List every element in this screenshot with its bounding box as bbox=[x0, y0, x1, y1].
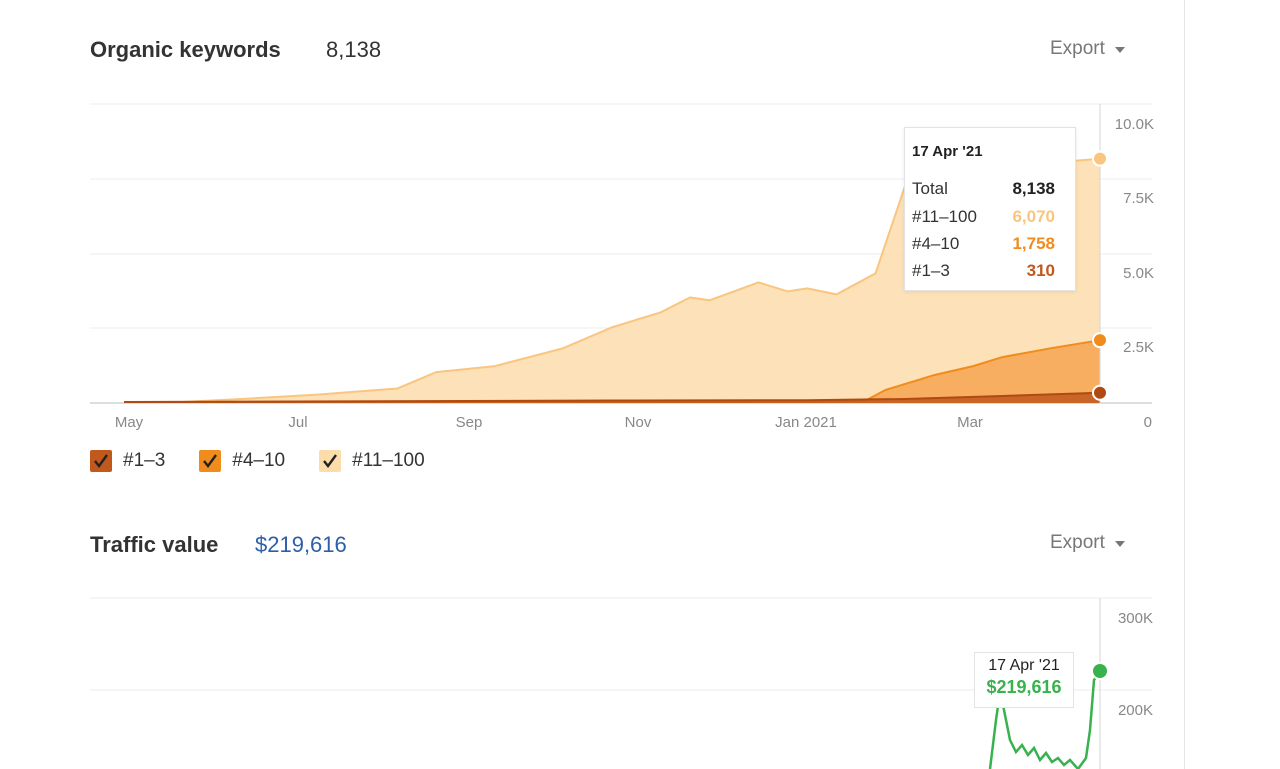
y-tick-label: 300K bbox=[1118, 610, 1153, 627]
legend-label: #1–3 bbox=[123, 450, 166, 471]
traffic-value-title: Traffic value bbox=[90, 532, 219, 557]
x-axis-ticks: May Jul Sep Nov Jan 2021 Mar bbox=[115, 414, 983, 431]
hover-dot bbox=[1091, 662, 1109, 680]
x-tick-label: Nov bbox=[625, 414, 652, 431]
checkbox-checked-icon[interactable] bbox=[199, 450, 222, 472]
organic-keywords-chart[interactable]: 02.5K5.0K7.5K10.0K May Jul Sep Nov Jan 2021 M… bbox=[0, 0, 1280, 440]
hover-dot bbox=[1092, 384, 1108, 401]
tooltip-row: Total 8,138 bbox=[912, 179, 1055, 199]
legend-label: #11–100 bbox=[352, 450, 425, 471]
tooltip-date: 17 Apr '21 bbox=[988, 657, 1060, 674]
y-tick-label: 200K bbox=[1118, 702, 1153, 719]
tooltip-row: #11–100 6,070 bbox=[912, 207, 1055, 227]
tooltip-row-label: #1–3 bbox=[912, 261, 950, 280]
tooltip-row-label: #4–10 bbox=[912, 234, 960, 253]
chevron-down-icon bbox=[1114, 541, 1125, 547]
tooltip-row-label: Total bbox=[912, 179, 948, 198]
y-axis-ticks: 300K 200K bbox=[1118, 610, 1153, 719]
y-tick-label: 0 bbox=[1144, 414, 1152, 431]
keywords-tooltip: 17 Apr '21 Total 8,138 #11–100 6,070 #4–… bbox=[904, 127, 1076, 291]
traffic-export-button[interactable]: Export bbox=[1050, 532, 1125, 554]
x-tick-label: Jul bbox=[288, 414, 307, 431]
hover-dot bbox=[1092, 332, 1108, 349]
traffic-tooltip: 17 Apr '21 $219,616 bbox=[974, 652, 1074, 708]
checkbox-checked-icon[interactable] bbox=[319, 450, 342, 472]
y-tick-label: 5.0K bbox=[1123, 265, 1154, 282]
x-tick-label: Mar bbox=[957, 414, 983, 431]
legend-label: #4–10 bbox=[232, 450, 286, 471]
tooltip-row-value: 310 bbox=[1026, 261, 1055, 280]
tooltip-date: 17 Apr '21 bbox=[912, 143, 983, 160]
tooltip-row: #4–10 1,758 bbox=[912, 234, 1055, 254]
x-tick-label: Jan 2021 bbox=[775, 414, 837, 431]
y-axis-ticks: 0 2.5K 5.0K 7.5K 10.0K bbox=[1115, 116, 1154, 431]
legend-item-11-100[interactable]: #11–100 bbox=[319, 450, 425, 472]
tooltip-row-value: 6,070 bbox=[1012, 207, 1055, 226]
export-label: Export bbox=[1050, 532, 1105, 553]
tooltip-row: #1–3 310 bbox=[912, 261, 1055, 281]
traffic-value-amount: $219,616 bbox=[255, 532, 347, 557]
keywords-legend: #1–3 #4–10 #11–100 bbox=[90, 450, 425, 472]
tooltip-row-value: 1,758 bbox=[1012, 234, 1055, 253]
tooltip-row-value: 8,138 bbox=[1012, 179, 1055, 198]
legend-item-1-3[interactable]: #1–3 bbox=[90, 450, 165, 472]
y-tick-label: 7.5K bbox=[1123, 190, 1154, 207]
traffic-value-chart[interactable]: 300K 200K bbox=[0, 580, 1280, 769]
y-tick-label: 10.0K bbox=[1115, 116, 1154, 133]
y-tick-label: 2.5K bbox=[1123, 339, 1154, 356]
x-tick-label: Sep bbox=[456, 414, 483, 431]
x-tick-label: May bbox=[115, 414, 144, 431]
hover-dot bbox=[1092, 150, 1108, 167]
tooltip-row-label: #11–100 bbox=[912, 207, 977, 226]
tooltip-value: $219,616 bbox=[986, 677, 1062, 697]
checkbox-checked-icon[interactable] bbox=[90, 450, 112, 472]
legend-item-4-10[interactable]: #4–10 bbox=[199, 450, 285, 472]
